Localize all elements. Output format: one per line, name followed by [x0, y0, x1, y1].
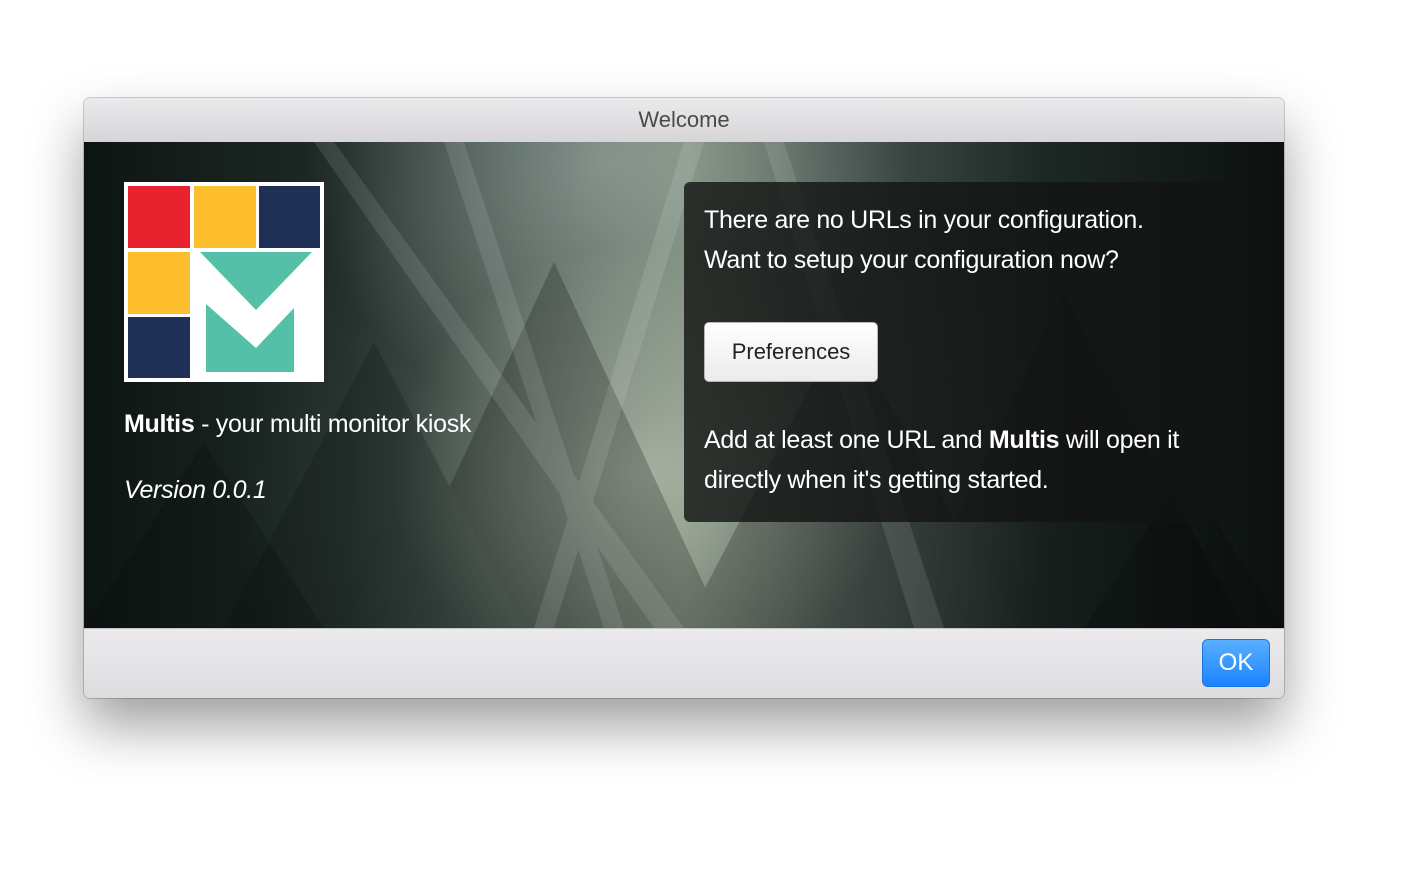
logo-yellow-square [194, 186, 256, 248]
window-title: Welcome [638, 107, 730, 132]
product-name: Multis [124, 410, 195, 438]
title-bar[interactable]: Welcome [84, 98, 1284, 143]
hint-product-name: Multis [988, 426, 1060, 454]
logo-m-mark [200, 252, 312, 372]
logo-navy-square-2 [128, 317, 190, 378]
welcome-content: Multis - your multi monitor kiosk Versio… [84, 142, 1284, 628]
dialog-footer: OK [84, 628, 1284, 698]
logo-red-square [128, 186, 190, 248]
hint-line-2: directly when it's getting started. [704, 466, 1049, 494]
tagline-text: - your multi monitor kiosk [194, 410, 472, 438]
hint-prefix: Add at least one URL and [704, 426, 989, 454]
notice-line-2: Want to setup your configuration now? [704, 246, 1119, 274]
hint-suffix: will open it [1059, 426, 1180, 454]
ok-button[interactable]: OK [1202, 639, 1270, 687]
product-tagline: Multis - your multi monitor kiosk [124, 410, 471, 439]
hint-line-1: Add at least one URL and Multis will ope… [704, 426, 1179, 455]
multis-logo [124, 182, 324, 382]
welcome-window: Welcome Multis - your multi monitor kios… [84, 98, 1284, 698]
preferences-button[interactable]: Preferences [704, 322, 878, 382]
logo-navy-square [259, 186, 320, 248]
logo-yellow-square-2 [128, 252, 190, 314]
version-label: Version 0.0.1 [124, 476, 267, 504]
notice-line-1: There are no URLs in your configuration. [704, 206, 1144, 234]
notice-panel: There are no URLs in your configuration.… [684, 182, 1244, 522]
